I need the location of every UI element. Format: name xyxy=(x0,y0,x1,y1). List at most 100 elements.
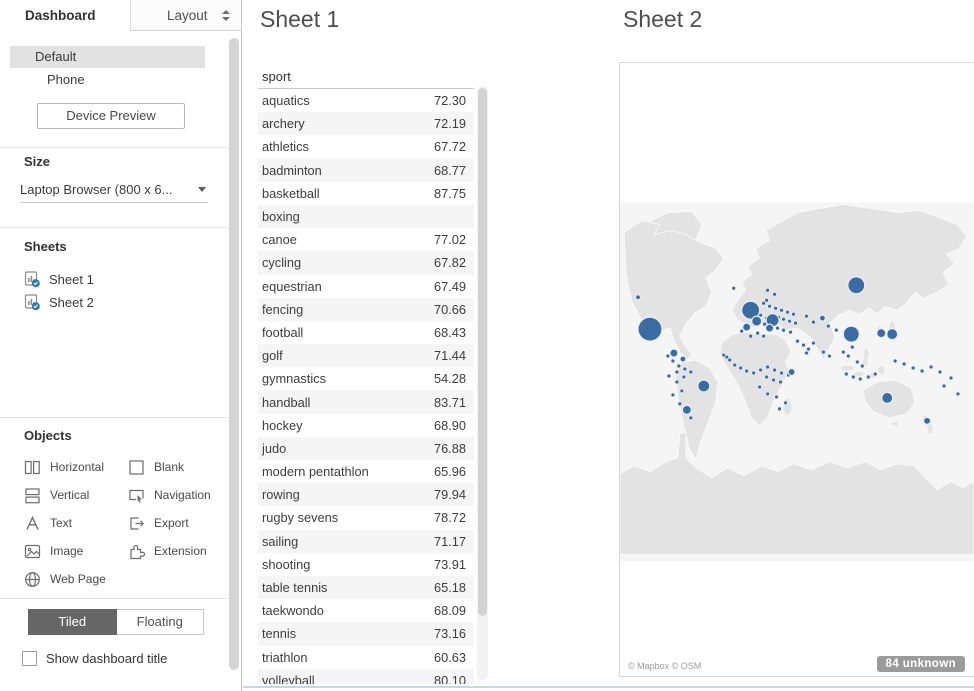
map-bubble[interactable] xyxy=(956,392,960,396)
table-row[interactable]: volleyball80.10 xyxy=(258,669,474,684)
table-row[interactable]: aquatics72.30 xyxy=(258,89,474,112)
map-bubble[interactable] xyxy=(766,365,770,369)
map-bubble[interactable] xyxy=(860,364,864,368)
map-bubble[interactable] xyxy=(759,368,763,372)
map-bubble[interactable] xyxy=(877,329,886,338)
map-bubble[interactable] xyxy=(749,334,753,338)
map-bubble[interactable] xyxy=(683,367,687,371)
object-item-extension[interactable]: Extension xyxy=(128,537,228,565)
tab-dashboard[interactable]: Dashboard xyxy=(0,0,130,31)
map-bubble[interactable] xyxy=(848,277,865,294)
map-bubble[interactable] xyxy=(796,339,800,343)
map-bubble[interactable] xyxy=(638,317,662,341)
map-bubble[interactable] xyxy=(666,354,670,358)
object-item-image[interactable]: Image xyxy=(24,537,128,565)
map-bubble[interactable] xyxy=(775,395,779,399)
table-row[interactable]: rugby sevens78.72 xyxy=(258,506,474,529)
object-item-web-page[interactable]: Web Page xyxy=(24,565,128,593)
table-row[interactable]: golf71.44 xyxy=(258,344,474,367)
map-bubble[interactable] xyxy=(778,407,782,411)
map-bubble[interactable] xyxy=(670,349,678,357)
sheet-list-item-1[interactable]: Sheet 1 xyxy=(24,268,214,291)
table-row[interactable]: badminton68.77 xyxy=(258,159,474,182)
map-bubble[interactable] xyxy=(768,304,772,308)
sheet1-table-scrollbar-thumb[interactable] xyxy=(478,88,487,616)
table-row[interactable]: triathlon60.63 xyxy=(258,646,474,669)
map-attribution-link[interactable]: © Mapbox © OSM xyxy=(628,661,701,671)
map-bubble[interactable] xyxy=(680,389,684,393)
map-bubble[interactable] xyxy=(873,372,877,376)
map-bubble[interactable] xyxy=(920,369,924,373)
map-bubble[interactable] xyxy=(682,405,691,414)
map-bubble[interactable] xyxy=(929,365,933,369)
map-bubble[interactable] xyxy=(819,315,825,321)
map-bubble[interactable] xyxy=(776,326,780,330)
map-bubble[interactable] xyxy=(675,380,679,384)
unknown-values-badge[interactable]: 84 unknown xyxy=(877,656,965,672)
map-bubble[interactable] xyxy=(846,354,850,358)
map-bubble[interactable] xyxy=(766,288,770,292)
map-bubble[interactable] xyxy=(773,292,777,296)
table-row[interactable]: rowing79.94 xyxy=(258,483,474,506)
table-row[interactable]: handball83.71 xyxy=(258,390,474,413)
map-bubble[interactable] xyxy=(762,301,766,305)
table-row[interactable]: canoe77.02 xyxy=(258,228,474,251)
map-bubble[interactable] xyxy=(841,350,845,354)
table-row[interactable]: archery72.19 xyxy=(258,112,474,135)
table-row[interactable]: shooting73.91 xyxy=(258,553,474,576)
map-bubble[interactable] xyxy=(745,369,749,373)
table-row[interactable]: judo76.88 xyxy=(258,437,474,460)
map-bubble[interactable] xyxy=(938,370,942,374)
map-bubble[interactable] xyxy=(722,353,726,357)
map-bubble[interactable] xyxy=(882,392,893,403)
map-bubble[interactable] xyxy=(732,286,736,290)
map-bubble[interactable] xyxy=(858,377,862,381)
map-bubble[interactable] xyxy=(804,314,808,318)
map-bubble[interactable] xyxy=(911,366,915,370)
map-bubble[interactable] xyxy=(827,354,831,358)
map-bubble[interactable] xyxy=(792,312,796,316)
device-option-default[interactable]: Default xyxy=(10,46,205,68)
map-bubble[interactable] xyxy=(766,392,770,396)
map-bubble[interactable] xyxy=(675,370,679,374)
map-bubble[interactable] xyxy=(782,317,786,321)
show-dashboard-title-row[interactable]: Show dashboard title xyxy=(22,651,167,666)
sidebar-scrollbar[interactable] xyxy=(229,38,239,670)
map-bubble[interactable] xyxy=(733,363,737,367)
map-bubble[interactable] xyxy=(780,308,784,312)
map-bubble[interactable] xyxy=(788,369,795,376)
map-bubble[interactable] xyxy=(821,350,825,354)
tab-layout[interactable]: Layout xyxy=(130,0,241,31)
object-item-blank[interactable]: Blank xyxy=(128,453,228,481)
map-bubble[interactable] xyxy=(765,375,769,379)
table-row[interactable]: basketball87.75 xyxy=(258,182,474,205)
map-bubble[interactable] xyxy=(689,370,693,374)
map-bubble[interactable] xyxy=(698,380,710,392)
sheet1-table-scrollbar-track[interactable] xyxy=(477,86,488,680)
map-bubble[interactable] xyxy=(811,341,815,345)
table-row[interactable]: gymnastics54.28 xyxy=(258,367,474,390)
map-bubble[interactable] xyxy=(636,295,641,300)
table-row[interactable]: athletics67.72 xyxy=(258,135,474,158)
map-bubble[interactable] xyxy=(844,372,848,376)
tiled-button[interactable]: Tiled xyxy=(28,609,117,635)
map-bubble[interactable] xyxy=(680,356,686,362)
map-bubble[interactable] xyxy=(682,375,686,379)
map-bubble[interactable] xyxy=(788,319,792,323)
map-bubble[interactable] xyxy=(804,351,808,355)
table-row[interactable]: modern pentathlon65.96 xyxy=(258,460,474,483)
table-row[interactable]: sailing71.17 xyxy=(258,530,474,553)
map-bubble[interactable] xyxy=(667,374,671,378)
map-bubble[interactable] xyxy=(677,364,681,368)
table-row[interactable]: tennis73.16 xyxy=(258,622,474,645)
map-bubble[interactable] xyxy=(671,393,675,397)
table-row[interactable]: taekwondo68.09 xyxy=(258,599,474,622)
map-bubble[interactable] xyxy=(794,321,798,325)
map-bubble[interactable] xyxy=(752,371,756,375)
map-bubble[interactable] xyxy=(893,359,897,363)
table-row[interactable]: football68.43 xyxy=(258,321,474,344)
map-bubble[interactable] xyxy=(811,320,815,324)
map-bubble[interactable] xyxy=(801,343,805,347)
map-bubble[interactable] xyxy=(851,375,855,379)
map-bubble[interactable] xyxy=(743,323,751,331)
